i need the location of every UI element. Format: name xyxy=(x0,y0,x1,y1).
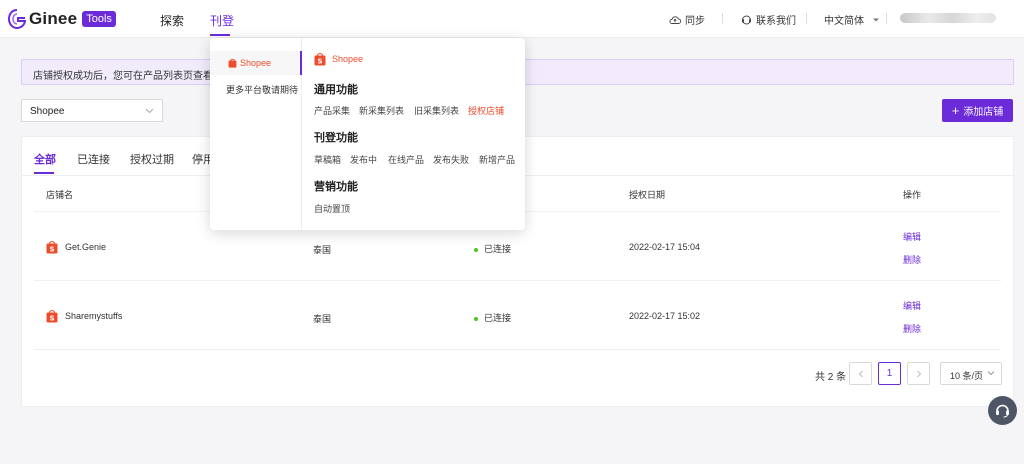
caret-down-icon xyxy=(873,18,879,21)
menu-item-drafts[interactable]: 草稿箱 xyxy=(314,153,341,166)
platform-features: S Shopee 通用功能 产品采集 新采集列表 旧采集列表 授权店铺 刊登功能… xyxy=(302,38,525,230)
shopee-icon xyxy=(228,58,237,68)
pager-total: 共 2 条 xyxy=(815,372,847,383)
menu-item-publishing[interactable]: 发布中 xyxy=(350,153,377,166)
chevron-right-icon xyxy=(916,370,921,377)
customer-support-button[interactable] xyxy=(988,396,1017,425)
platform-select[interactable]: Shopee xyxy=(21,99,163,122)
menu-item-old-collect-list[interactable]: 旧采集列表 xyxy=(414,104,459,117)
nav-explore[interactable]: 探索 xyxy=(160,12,184,29)
nav-listing[interactable]: 刊登 xyxy=(210,12,234,29)
page-size-value: 10 条/页 xyxy=(950,371,984,381)
platform-select-value: Shopee xyxy=(30,106,65,117)
language-selector[interactable]: 中文简体 xyxy=(824,12,880,27)
listing-dropdown-menu: Shopee 更多平台敬请期待 S Shopee 通用功能 产品采集 新采集列表… xyxy=(210,38,525,230)
shopee-icon: S xyxy=(46,310,58,323)
column-header-actions: 操作 xyxy=(903,190,922,200)
add-shop-label: 添加店铺 xyxy=(963,107,1004,118)
menu-item-publish-failed[interactable]: 发布失败 xyxy=(433,153,469,166)
header-divider xyxy=(806,13,807,24)
page-number-button[interactable]: 1 xyxy=(878,362,901,385)
nav-active-indicator xyxy=(210,34,230,36)
headset-icon xyxy=(742,15,751,24)
headset-icon xyxy=(996,404,1009,418)
user-account-blurred[interactable] xyxy=(900,13,996,23)
delete-link[interactable]: 删除 xyxy=(903,322,921,335)
ginee-logo[interactable]: Ginee Tools xyxy=(8,9,116,29)
shop-country: 泰国 xyxy=(313,314,332,324)
edit-link[interactable]: 编辑 xyxy=(903,230,921,243)
shop-name[interactable]: Get.Genie xyxy=(65,242,106,252)
column-header-shop-name: 店铺名 xyxy=(46,190,74,200)
chevron-down-icon xyxy=(145,108,154,114)
contact-us-button[interactable]: 联系我们 xyxy=(741,12,796,27)
plus-icon: + xyxy=(951,102,960,118)
svg-text:S: S xyxy=(49,315,54,323)
column-header-auth-date: 授权日期 xyxy=(629,190,666,200)
menu-item-product-collect[interactable]: 产品采集 xyxy=(314,104,350,117)
prev-page-button[interactable] xyxy=(849,362,872,385)
status-badge: 已连接 xyxy=(474,311,511,324)
menu-item-online-products[interactable]: 在线产品 xyxy=(388,153,424,166)
tab-all[interactable]: 全部 xyxy=(34,151,56,167)
section-listing: 刊登功能 xyxy=(314,132,358,144)
platform-header: S Shopee xyxy=(314,52,363,66)
svg-text:S: S xyxy=(49,246,54,254)
status-text: 已连接 xyxy=(484,313,512,323)
chevron-down-icon xyxy=(987,371,995,376)
menu-item-new-product[interactable]: 新增产品 xyxy=(479,153,515,166)
delete-link[interactable]: 删除 xyxy=(903,253,921,266)
next-page-button[interactable] xyxy=(907,362,930,385)
cloud-sync-icon xyxy=(669,15,681,24)
svg-text:S: S xyxy=(317,58,322,66)
chevron-left-icon xyxy=(858,370,863,377)
platform-item-shopee[interactable]: Shopee xyxy=(210,51,302,75)
shopee-icon: S xyxy=(46,241,58,254)
menu-item-auto-bump[interactable]: 自动置顶 xyxy=(314,202,350,215)
auth-date: 2022-02-17 15:02 xyxy=(629,311,701,321)
menu-item-new-collect-list[interactable]: 新采集列表 xyxy=(359,104,404,117)
platform-item-label: Shopee xyxy=(240,58,272,68)
menu-item-authorized-shops[interactable]: 授权店铺 xyxy=(468,104,504,117)
ginee-logo-icon xyxy=(8,9,26,29)
tab-auth-expired[interactable]: 授权过期 xyxy=(130,151,174,167)
language-label: 中文简体 xyxy=(824,16,864,27)
contact-label: 联系我们 xyxy=(756,16,796,27)
section-general: 通用功能 xyxy=(314,84,358,96)
more-platforms-note: 更多平台敬请期待 xyxy=(226,85,299,95)
auth-date: 2022-02-17 15:04 xyxy=(629,242,701,252)
tab-connected[interactable]: 已连接 xyxy=(77,151,110,167)
top-header: Ginee Tools 探索 刊登 同步 联系我们 中文简体 xyxy=(0,0,1024,38)
shop-name[interactable]: Sharemystuffs xyxy=(65,311,122,321)
shopee-icon: S xyxy=(314,53,326,66)
edit-link[interactable]: 编辑 xyxy=(903,299,921,312)
sync-button[interactable]: 同步 xyxy=(669,12,705,27)
status-dot xyxy=(474,247,478,252)
header-divider xyxy=(886,13,887,24)
brand-name: Ginee xyxy=(29,9,78,28)
section-marketing: 营销功能 xyxy=(314,181,358,193)
status-dot xyxy=(474,316,478,321)
status-badge: 已连接 xyxy=(474,242,511,255)
tab-active-indicator xyxy=(34,172,54,174)
page-size-select[interactable]: 10 条/页 xyxy=(940,362,1002,385)
add-shop-button[interactable]: + 添加店铺 xyxy=(942,99,1013,122)
header-divider xyxy=(722,13,723,24)
platform-list: Shopee 更多平台敬请期待 xyxy=(210,38,302,230)
row-divider xyxy=(34,349,1001,350)
status-text: 已连接 xyxy=(484,244,512,254)
brand-badge: Tools xyxy=(82,11,116,27)
row-divider xyxy=(34,280,1001,281)
platform-header-label: Shopee xyxy=(332,54,364,64)
sync-label: 同步 xyxy=(685,16,705,27)
shop-country: 泰国 xyxy=(313,245,332,255)
